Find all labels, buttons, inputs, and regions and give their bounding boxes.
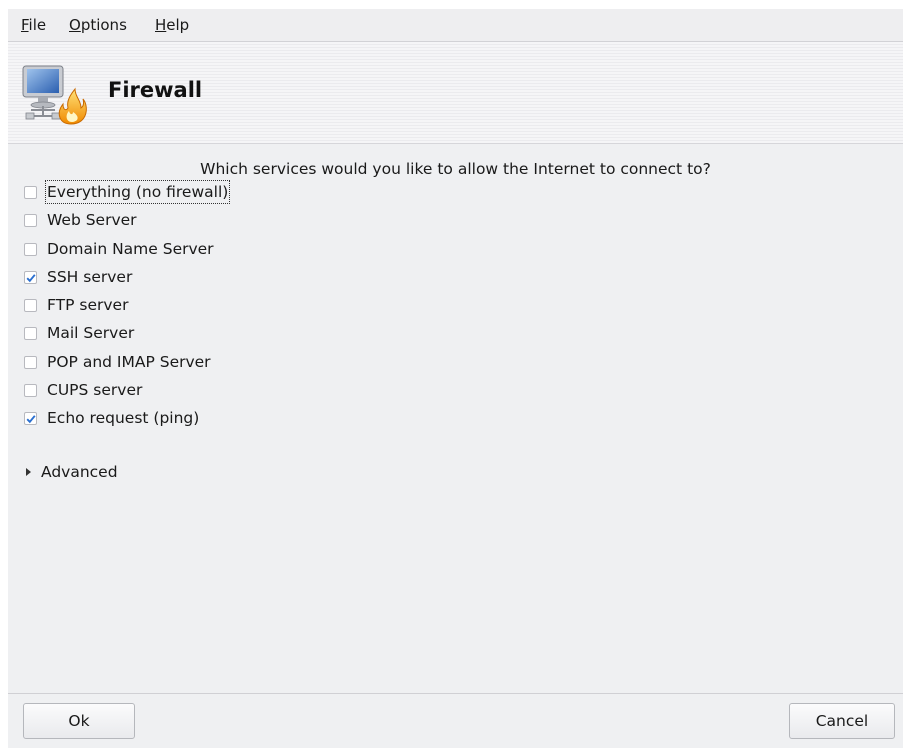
menu-file-label: ile xyxy=(28,16,47,34)
expander-arrow-icon xyxy=(26,468,31,476)
page-title: Firewall xyxy=(108,78,203,102)
service-checkbox[interactable] xyxy=(24,326,37,340)
header-banner: Firewall xyxy=(8,42,903,144)
menu-options-mnemonic: O xyxy=(69,16,81,34)
cancel-button[interactable]: Cancel xyxy=(789,703,895,739)
advanced-expander[interactable]: Advanced xyxy=(26,461,119,483)
service-checkbox[interactable] xyxy=(24,383,37,397)
service-label: Mail Server xyxy=(47,324,135,342)
service-label: POP and IMAP Server xyxy=(47,353,211,371)
menu-help[interactable]: Help xyxy=(152,15,192,35)
service-checkbox[interactable] xyxy=(24,242,37,256)
service-label: CUPS server xyxy=(47,381,143,399)
services-question: Which services would you like to allow t… xyxy=(200,160,711,178)
firewall-window: File Options Help Firewall Which service… xyxy=(8,9,903,748)
service-label: SSH server xyxy=(47,268,133,286)
firewall-computer-flame-icon xyxy=(22,65,87,125)
service-checkbox[interactable] xyxy=(24,298,37,312)
service-option[interactable]: Mail Server xyxy=(24,322,135,344)
service-option[interactable]: CUPS server xyxy=(24,379,143,401)
service-label: Web Server xyxy=(47,211,137,229)
service-option[interactable]: Echo request (ping) xyxy=(24,407,200,429)
menu-options[interactable]: Options xyxy=(66,15,130,35)
service-option[interactable]: Web Server xyxy=(24,209,138,231)
advanced-label: Advanced xyxy=(41,463,118,481)
menu-file-mnemonic: F xyxy=(21,16,29,34)
menu-bar: File Options Help xyxy=(8,9,903,42)
service-label: Domain Name Server xyxy=(47,240,214,258)
service-label: FTP server xyxy=(47,296,129,314)
menu-options-label: ptions xyxy=(80,16,127,34)
service-checkbox[interactable] xyxy=(24,411,37,425)
service-option[interactable]: SSH server xyxy=(24,266,133,288)
checkmark-icon xyxy=(26,273,36,282)
service-option[interactable]: Everything (no firewall) xyxy=(24,180,231,204)
service-checkbox[interactable] xyxy=(24,213,37,227)
menu-help-mnemonic: H xyxy=(155,16,167,34)
service-checkbox[interactable] xyxy=(24,270,37,284)
button-separator xyxy=(8,693,903,694)
checkmark-icon xyxy=(26,414,36,423)
service-option[interactable]: POP and IMAP Server xyxy=(24,351,212,373)
service-label: Everything (no firewall) xyxy=(44,180,231,204)
menu-file[interactable]: File xyxy=(18,15,49,35)
service-option[interactable]: Domain Name Server xyxy=(24,238,215,260)
service-checkbox[interactable] xyxy=(24,185,37,199)
service-label: Echo request (ping) xyxy=(47,409,200,427)
ok-button[interactable]: Ok xyxy=(23,703,135,739)
menu-help-label: elp xyxy=(166,16,190,34)
main-content: Which services would you like to allow t… xyxy=(8,144,903,693)
service-checkbox[interactable] xyxy=(24,355,37,369)
service-option[interactable]: FTP server xyxy=(24,294,129,316)
